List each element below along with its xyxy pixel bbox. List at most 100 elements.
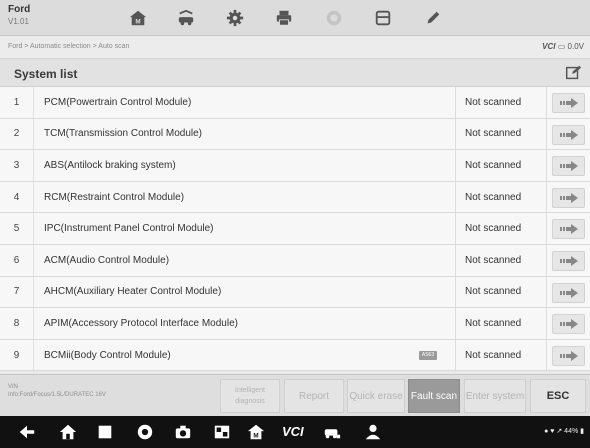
vci-status: 0.0V	[567, 42, 584, 51]
back-icon[interactable]	[17, 422, 37, 442]
vehicle-brand: Ford V1.01	[8, 4, 30, 28]
system-list-header: System list	[0, 59, 590, 87]
camera-icon[interactable]	[173, 422, 193, 442]
scan-status: Not scanned	[455, 213, 547, 244]
settings-icon[interactable]	[223, 6, 247, 30]
svg-text:M: M	[253, 432, 258, 439]
arrow-right-icon	[559, 255, 578, 266]
vehicle-make: Ford	[8, 4, 31, 15]
vehicle-swap-icon[interactable]	[174, 6, 198, 30]
system-number: 2	[0, 118, 34, 150]
report-button[interactable]: Report	[284, 379, 344, 413]
arrow-right-icon	[559, 161, 578, 172]
android-navigation-bar: M VCI ● ♥ ↗ 44% ▮	[0, 416, 590, 448]
enter-system-arrow-button[interactable]	[552, 187, 585, 208]
arrow-right-icon	[559, 98, 578, 108]
enter-system-arrow-button[interactable]	[552, 314, 585, 335]
system-name: PCM(Powertrain Control Module)	[44, 96, 192, 108]
system-name: ABS(Antilock braking system)	[44, 159, 176, 171]
vin-label: VIN	[8, 384, 19, 390]
arrow-right-icon	[559, 129, 578, 140]
software-version: V1.01	[8, 17, 29, 26]
system-row[interactable]: 7 AHCM(Auxiliary Heater Control Module) No…	[0, 276, 590, 309]
system-badge: AS63	[419, 350, 437, 360]
arrow-right-icon	[559, 350, 578, 361]
save-icon[interactable]	[371, 6, 395, 30]
status-tray: ● ♥ ↗ 44% ▮	[544, 428, 584, 435]
app-window: Ford V1.01 M Ford > Automatic selection …	[0, 0, 590, 448]
system-number: 1	[0, 87, 34, 118]
support-user-icon[interactable]	[363, 422, 383, 442]
enter-system-arrow-button[interactable]	[552, 219, 585, 240]
top-toolbar: Ford V1.01 M	[0, 0, 590, 36]
edit-icon[interactable]	[421, 6, 445, 30]
enter-system-arrow-button[interactable]	[552, 282, 585, 303]
vehicle-info: VIN Info:Ford/Focus/1.5L/DURATEC 16V	[8, 383, 106, 399]
scan-status: Not scanned	[455, 118, 547, 150]
arrow-right-icon	[559, 224, 578, 235]
scan-status: Not scanned	[455, 308, 547, 339]
vci-label: VCI	[542, 42, 556, 51]
scan-status: Not scanned	[455, 150, 547, 181]
fault-scan-button[interactable]: Fault scan	[408, 379, 460, 413]
home-nav-icon[interactable]	[58, 422, 78, 442]
system-number: 8	[0, 308, 34, 339]
arrow-right-icon	[559, 319, 578, 330]
gallery-icon[interactable]	[212, 422, 232, 442]
system-name: RCM(Restraint Control Module)	[44, 191, 185, 203]
system-row[interactable]: 1 PCM(Powertrain Control Module) Not scann…	[0, 87, 590, 119]
scan-status: Not scanned	[455, 87, 547, 118]
system-number: 6	[0, 244, 34, 276]
quick-erase-button[interactable]: Quick erase	[347, 379, 405, 413]
arrow-right-icon	[559, 192, 578, 203]
intelligent-diagnosis-button[interactable]: Intelligent diagnosis	[220, 379, 280, 413]
function-bar: VIN Info:Ford/Focus/1.5L/DURATEC 16V Int…	[0, 374, 590, 416]
home-icon[interactable]: M	[126, 6, 150, 30]
system-row[interactable]: 4 RCM(Restraint Control Module) Not scanne…	[0, 181, 590, 214]
scan-status: Not scanned	[455, 276, 547, 308]
battery-icon: ▭	[557, 42, 566, 51]
system-row[interactable]: 9 BCMii(Body Control Module) AS63 Not scann…	[0, 339, 590, 372]
system-name: IPC(Instrument Panel Control Module)	[44, 223, 214, 235]
system-row[interactable]: 3 ABS(Antilock braking system) Not scanned	[0, 150, 590, 182]
enter-system-arrow-button[interactable]	[552, 250, 585, 271]
system-row[interactable]: 6 ACM(Audio Control Module) Not scanned	[0, 244, 590, 277]
enter-system-arrow-button[interactable]	[552, 124, 585, 145]
scan-status: Not scanned	[455, 339, 547, 371]
scan-status: Not scanned	[455, 244, 547, 276]
system-number: 5	[0, 213, 34, 244]
arrow-right-icon	[559, 287, 578, 298]
system-name: BCMii(Body Control Module)	[44, 349, 171, 361]
system-list: 1 PCM(Powertrain Control Module) Not scann…	[0, 87, 590, 372]
remote-car-icon[interactable]	[322, 422, 342, 442]
system-name: APIM(Accessory Protocol Interface Module…	[44, 317, 238, 329]
enter-system-arrow-button[interactable]	[552, 93, 585, 113]
system-name: AHCM(Auxiliary Heater Control Module)	[44, 286, 222, 298]
chrome-icon[interactable]	[135, 422, 155, 442]
system-row[interactable]: 2 TCM(Transmission Control Module) Not sca…	[0, 118, 590, 151]
system-number: 9	[0, 339, 34, 371]
esc-button[interactable]: ESC	[530, 379, 586, 413]
svg-text:M: M	[135, 18, 140, 25]
vci-nav-label[interactable]: VCI	[282, 424, 304, 439]
vci-indicator: VCI ▭ 0.0V	[542, 42, 584, 51]
system-number: 7	[0, 276, 34, 308]
edit-list-icon[interactable]	[564, 64, 582, 82]
scan-status: Not scanned	[455, 181, 547, 213]
system-number: 3	[0, 150, 34, 181]
system-number: 4	[0, 181, 34, 213]
recent-apps-icon[interactable]	[95, 422, 115, 442]
system-name: ACM(Audio Control Module)	[44, 254, 170, 266]
system-list-title: System list	[14, 67, 78, 81]
print-icon[interactable]	[272, 6, 296, 30]
help-icon[interactable]	[322, 6, 346, 30]
breadcrumb: Ford > Automatic selection > Auto scan	[8, 43, 130, 50]
system-row[interactable]: 5 IPC(Instrument Panel Control Module) Not…	[0, 213, 590, 245]
enter-system-button[interactable]: Enter system	[464, 379, 526, 413]
breadcrumb-bar: Ford > Automatic selection > Auto scan V…	[0, 37, 590, 59]
maxisys-home-icon[interactable]: M	[246, 422, 266, 442]
vehicle-info-text: Info:Ford/Focus/1.5L/DURATEC 16V	[8, 392, 106, 398]
enter-system-arrow-button[interactable]	[552, 345, 585, 366]
system-row[interactable]: 8 APIM(Accessory Protocol Interface Modul…	[0, 308, 590, 340]
enter-system-arrow-button[interactable]	[552, 156, 585, 177]
